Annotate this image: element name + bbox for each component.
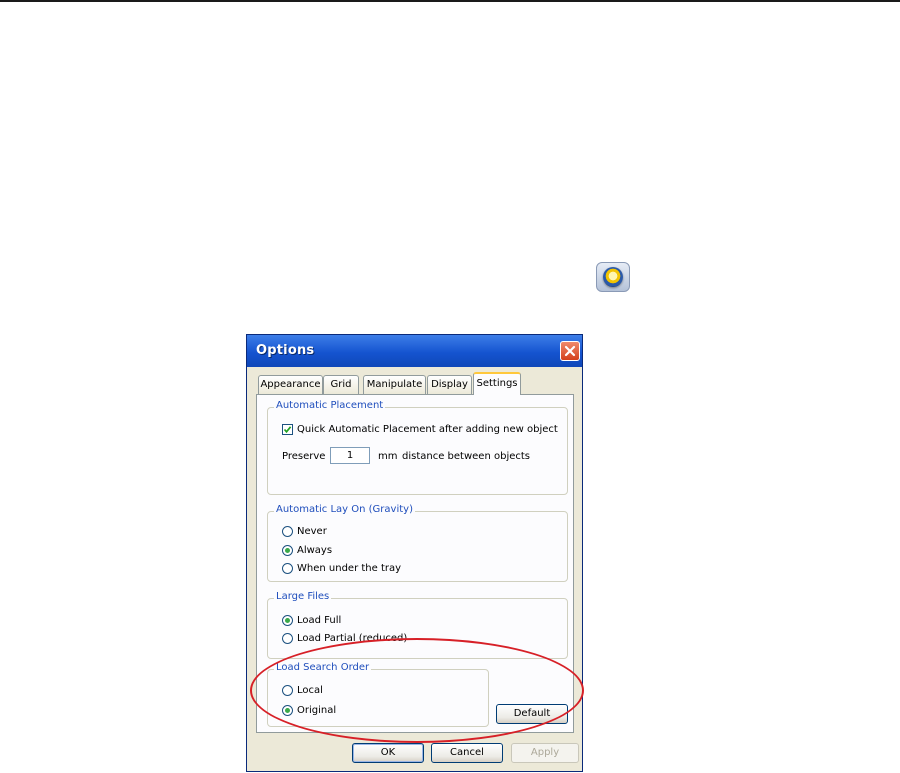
search-local-radio[interactable]	[282, 685, 293, 696]
search-original-radio[interactable]	[282, 705, 293, 716]
radio-selected-dot	[285, 618, 290, 623]
search-order-group: Load Search Order Local Original	[267, 662, 489, 727]
tab-grid[interactable]: Grid	[323, 375, 359, 394]
automatic-placement-group: Automatic Placement Quick Automatic Plac…	[267, 400, 568, 495]
tab-appearance[interactable]: Appearance	[258, 375, 323, 394]
checkmark-icon	[283, 426, 292, 434]
load-partial-label: Load Partial (reduced)	[297, 633, 408, 644]
radio-selected-dot	[285, 548, 290, 553]
search-order-legend: Load Search Order	[274, 662, 372, 673]
gravity-always-radio[interactable]	[282, 545, 293, 556]
settings-panel: Automatic Placement Quick Automatic Plac…	[256, 394, 574, 733]
gravity-always-label: Always	[297, 545, 333, 556]
gravity-never-label: Never	[297, 526, 327, 537]
quick-placement-label: Quick Automatic Placement after adding n…	[297, 424, 558, 435]
distance-label: distance between objects	[402, 451, 530, 462]
automatic-placement-legend: Automatic Placement	[274, 400, 386, 411]
search-original-label: Original	[297, 705, 337, 716]
gravity-under-tray-label: When under the tray	[297, 563, 402, 574]
apply-button[interactable]: Apply	[511, 743, 579, 763]
gravity-never-radio[interactable]	[282, 526, 293, 537]
options-icon-glyph	[603, 267, 623, 287]
search-local-label: Local	[297, 685, 323, 696]
gravity-under-tray-radio[interactable]	[282, 563, 293, 574]
gravity-group: Automatic Lay On (Gravity) Never Always …	[267, 504, 568, 582]
default-button[interactable]: Default	[496, 704, 568, 724]
quick-placement-checkbox[interactable]	[282, 424, 293, 435]
ok-button[interactable]: OK	[352, 743, 424, 763]
cancel-button[interactable]: Cancel	[431, 743, 503, 763]
preserve-label: Preserve	[282, 451, 326, 462]
gravity-legend: Automatic Lay On (Gravity)	[274, 504, 415, 515]
tab-settings[interactable]: Settings	[473, 372, 521, 395]
tab-display[interactable]: Display	[427, 375, 472, 394]
close-button[interactable]	[560, 341, 580, 361]
large-files-legend: Large Files	[274, 591, 332, 602]
title-bar[interactable]: Options	[247, 335, 582, 367]
load-full-label: Load Full	[297, 615, 342, 626]
tab-manipulate[interactable]: Manipulate	[363, 375, 426, 394]
options-icon[interactable]	[596, 262, 630, 292]
top-divider	[0, 0, 900, 2]
load-full-radio[interactable]	[282, 615, 293, 626]
preserve-distance-input[interactable]	[330, 447, 370, 464]
large-files-group: Large Files Load Full Load Partial (redu…	[267, 591, 568, 659]
close-icon	[564, 345, 576, 357]
load-partial-radio[interactable]	[282, 633, 293, 644]
unit-label: mm	[378, 451, 398, 462]
radio-selected-dot	[285, 708, 290, 713]
options-dialog: Options Appearance Grid Manipulate Displ…	[246, 334, 583, 772]
dialog-title: Options	[256, 343, 315, 358]
